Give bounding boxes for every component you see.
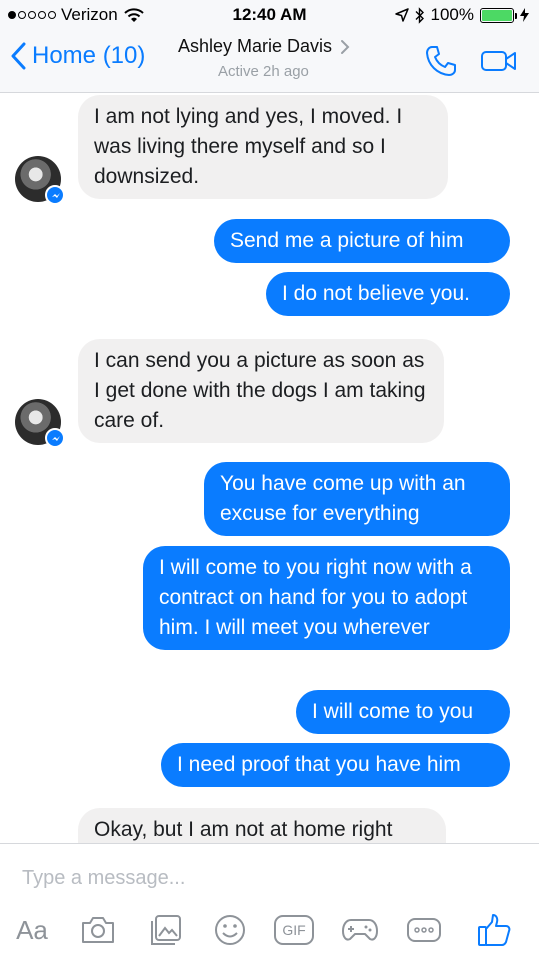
gif-button[interactable]: GIF bbox=[272, 910, 316, 950]
message-bubble-sent[interactable]: I need proof that you have him bbox=[161, 743, 510, 787]
contact-info[interactable]: Ashley Marie Davis Active 2h ago bbox=[178, 36, 350, 80]
presence-status: Active 2h ago bbox=[218, 63, 309, 80]
charging-bolt-icon bbox=[520, 8, 529, 22]
more-dots-icon bbox=[407, 918, 441, 942]
status-bar: Verizon 12:40 AM 100% bbox=[0, 0, 539, 30]
chevron-right-icon bbox=[341, 39, 350, 54]
back-button[interactable]: Home (10) bbox=[10, 42, 145, 70]
video-call-button[interactable] bbox=[480, 48, 518, 79]
message-input[interactable] bbox=[10, 858, 510, 898]
contact-avatar[interactable] bbox=[15, 399, 65, 448]
camera-icon bbox=[82, 917, 114, 943]
video-camera-icon bbox=[481, 51, 516, 71]
like-button[interactable] bbox=[474, 910, 514, 950]
gif-label: GIF bbox=[282, 922, 306, 938]
chevron-left-icon bbox=[11, 42, 26, 70]
phone-icon bbox=[426, 46, 456, 76]
message-bubble-sent[interactable]: I do not believe you. bbox=[266, 272, 510, 316]
thumbs-up-icon bbox=[478, 914, 511, 946]
games-button[interactable] bbox=[340, 910, 380, 950]
bluetooth-icon bbox=[415, 6, 424, 24]
more-options-button[interactable] bbox=[404, 910, 444, 950]
message-bubble-sent[interactable]: I will come to you right now with a cont… bbox=[143, 546, 510, 650]
location-arrow-icon bbox=[394, 8, 409, 22]
contact-avatar[interactable] bbox=[15, 156, 65, 205]
message-bubble-sent[interactable]: I will come to you bbox=[296, 690, 510, 734]
gallery-icon bbox=[151, 915, 181, 945]
message-bubble-received[interactable]: I am not lying and yes, I moved. I was l… bbox=[78, 95, 448, 199]
contact-name: Ashley Marie Davis bbox=[178, 36, 333, 56]
composer-toolbar: Aa GIF bbox=[0, 908, 539, 952]
photo-gallery-button[interactable] bbox=[146, 910, 186, 950]
message-bubble-received[interactable]: I can send you a picture as soon as I ge… bbox=[78, 339, 444, 443]
battery-icon bbox=[480, 7, 517, 23]
message-bubble-sent[interactable]: You have come up with an excuse for ever… bbox=[204, 462, 510, 536]
message-bubble-sent[interactable]: Send me a picture of him bbox=[214, 219, 510, 263]
composer: Aa GIF bbox=[0, 843, 539, 960]
status-right: 100% bbox=[394, 5, 529, 25]
messenger-badge-icon bbox=[45, 428, 65, 448]
messenger-badge-icon bbox=[45, 185, 65, 205]
message-bubble-received[interactable]: Okay, but I am not at home right bbox=[78, 808, 446, 843]
battery-percent: 100% bbox=[430, 5, 474, 24]
sticker-button[interactable] bbox=[210, 910, 250, 950]
text-format-button[interactable]: Aa bbox=[12, 910, 52, 950]
back-label: Home (10) bbox=[32, 42, 146, 69]
voice-call-button[interactable] bbox=[424, 44, 458, 83]
gif-icon: GIF bbox=[274, 915, 314, 945]
message-thread[interactable]: I am not lying and yes, I moved. I was l… bbox=[0, 93, 539, 843]
smiley-icon bbox=[215, 915, 245, 945]
game-controller-icon bbox=[342, 919, 378, 941]
conversation-header: Home (10) Ashley Marie Davis Active 2h a… bbox=[0, 30, 539, 93]
camera-button[interactable] bbox=[78, 910, 118, 950]
